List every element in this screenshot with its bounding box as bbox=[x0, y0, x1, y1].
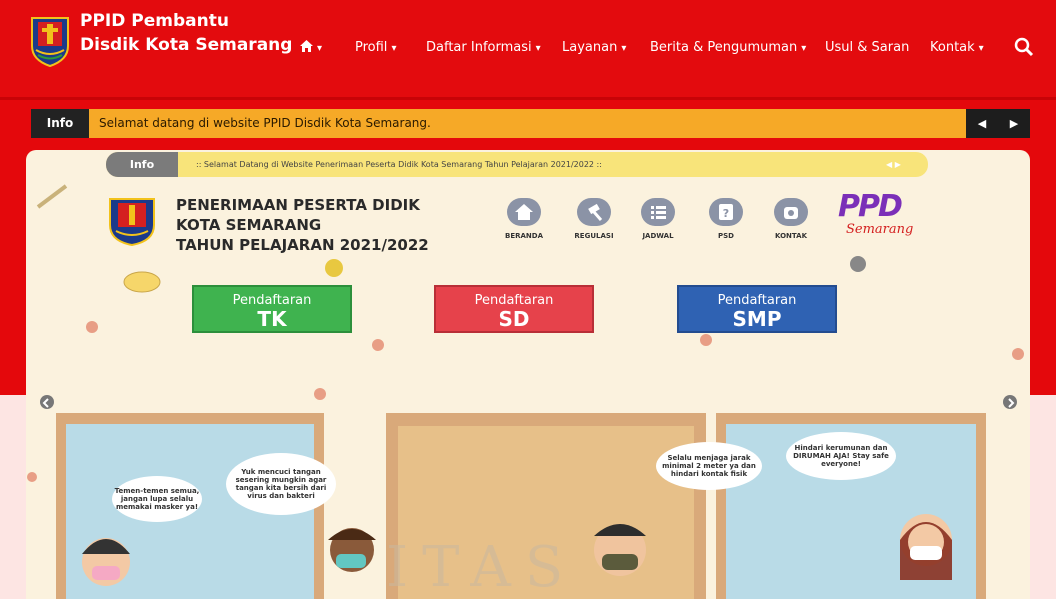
speech-bubble: Hindari kerumunan dan DIRUMAH AJA! Stay … bbox=[786, 432, 896, 480]
gavel-icon bbox=[577, 198, 611, 226]
kontak-label: KONTAK bbox=[775, 232, 807, 240]
chevron-down-icon: ▾ bbox=[317, 43, 323, 54]
news-ticker: Info Selamat datang di website PPID Disd… bbox=[31, 109, 1030, 138]
chevron-down-icon: ▾ bbox=[535, 43, 541, 54]
nav-layanan[interactable]: Layanan ▾ bbox=[562, 40, 626, 55]
nav-berita-pengumuman[interactable]: Berita & Pengumuman ▾ bbox=[650, 40, 806, 55]
nav-home[interactable]: ▾ bbox=[300, 40, 322, 55]
ppdb-title-line3: TAHUN PELAJARAN 2021/2022 bbox=[176, 236, 429, 254]
navbar: PPID Pembantu Disdik Kota Semarang ▾ Pro… bbox=[0, 0, 1056, 100]
nav-daftar-informasi[interactable]: Daftar Informasi ▾ bbox=[426, 40, 541, 55]
ppdb-title-line1: PENERIMAAN PESERTA DIDIK bbox=[176, 196, 420, 214]
nav-profil[interactable]: Profil ▾ bbox=[355, 40, 396, 55]
svg-text:?: ? bbox=[723, 207, 729, 220]
pendaftaran-sd-button[interactable]: Pendaftaran SD bbox=[434, 285, 594, 333]
beranda-label: BERANDA bbox=[504, 232, 543, 240]
carousel-prev-button[interactable] bbox=[40, 395, 54, 409]
ticker-label: Info bbox=[31, 109, 89, 138]
site-title[interactable]: PPID Pembantu Disdik Kota Semarang bbox=[80, 9, 292, 57]
nav-label: Profil bbox=[355, 40, 388, 55]
chevron-right-icon bbox=[1008, 398, 1015, 408]
chevron-down-icon: ▾ bbox=[801, 43, 807, 54]
inner-ticker: Info :: Selamat Datang di Website Peneri… bbox=[106, 152, 928, 177]
semarang-seal-logo[interactable] bbox=[28, 12, 72, 68]
regulasi-label: REGULASI bbox=[574, 232, 614, 240]
page: PPID Pembantu Disdik Kota Semarang ▾ Pro… bbox=[0, 0, 1056, 599]
psd-button[interactable]: ? PSD bbox=[696, 198, 756, 240]
speech-bubble: Yuk mencuci tangan sesering mungkin agar… bbox=[226, 453, 336, 515]
pendaftaran-label: Pendaftaran bbox=[474, 293, 554, 308]
speech-bubble: Selalu menjaga jarak minimal 2 meter ya … bbox=[656, 442, 762, 490]
chevron-down-icon: ▾ bbox=[391, 43, 397, 54]
nav-label: Usul & Saran bbox=[825, 40, 910, 55]
regulasi-button[interactable]: REGULASI bbox=[564, 198, 624, 240]
jadwal-label: JADWAL bbox=[642, 232, 674, 240]
beranda-button[interactable]: BERANDA bbox=[494, 198, 554, 240]
tk-label: TK bbox=[257, 307, 287, 331]
chevron-down-icon: ▾ bbox=[978, 43, 984, 54]
sd-label: SD bbox=[498, 307, 530, 331]
smp-label: SMP bbox=[732, 307, 782, 331]
ppdb-title-line2: KOTA SEMARANG bbox=[176, 216, 322, 234]
home-icon bbox=[507, 198, 541, 226]
pendaftaran-smp-button[interactable]: Pendaftaran SMP bbox=[677, 285, 837, 333]
semarang-seal-logo bbox=[109, 198, 155, 247]
watermark: ITAS bbox=[386, 535, 578, 599]
ppdb-title: PENERIMAAN PESERTA DIDIK KOTA SEMARANG T… bbox=[176, 195, 429, 255]
chevron-left-icon bbox=[42, 398, 49, 408]
jadwal-button[interactable]: JADWAL bbox=[628, 198, 688, 240]
inner-ticker-arrows: ◀ ▶ bbox=[886, 160, 901, 169]
carousel-next-button[interactable] bbox=[1003, 395, 1017, 409]
nav-label: Daftar Informasi bbox=[426, 40, 532, 55]
nav-label: Berita & Pengumuman bbox=[650, 40, 798, 55]
ticker-next-button[interactable]: ▶ bbox=[998, 109, 1030, 138]
home-icon bbox=[300, 40, 313, 52]
ppdb-semarang-logo: PPD Semarang bbox=[838, 192, 938, 242]
ppdb-logo-main: PPD bbox=[838, 189, 903, 224]
ticker-text[interactable]: Selamat datang di website PPID Disdik Ko… bbox=[99, 109, 431, 138]
inner-ticker-label: Info bbox=[106, 152, 178, 177]
site-title-line1: PPID Pembantu bbox=[80, 11, 229, 31]
pendaftaran-label: Pendaftaran bbox=[232, 293, 312, 308]
psd-label: PSD bbox=[718, 232, 734, 240]
nav-kontak[interactable]: Kontak ▾ bbox=[930, 40, 984, 55]
question-icon: ? bbox=[709, 198, 743, 226]
site-title-line2: Disdik Kota Semarang bbox=[80, 35, 293, 55]
inner-ticker-text: :: Selamat Datang di Website Penerimaan … bbox=[196, 160, 602, 169]
pendaftaran-label: Pendaftaran bbox=[717, 293, 797, 308]
nav-label: Layanan bbox=[562, 40, 618, 55]
phone-icon bbox=[774, 198, 808, 226]
search-icon[interactable] bbox=[1013, 36, 1035, 58]
kontak-button[interactable]: KONTAK bbox=[761, 198, 821, 240]
nav-usul-saran[interactable]: Usul & Saran bbox=[825, 40, 909, 55]
banner-slide: Info :: Selamat Datang di Website Peneri… bbox=[26, 150, 1030, 599]
chevron-down-icon: ▾ bbox=[621, 43, 627, 54]
list-icon bbox=[641, 198, 675, 226]
ticker-prev-button[interactable]: ◀ bbox=[966, 109, 998, 138]
nav-label: Kontak bbox=[930, 40, 975, 55]
ppdb-logo-sub: Semarang bbox=[846, 222, 914, 237]
pendaftaran-tk-button[interactable]: Pendaftaran TK bbox=[192, 285, 352, 333]
